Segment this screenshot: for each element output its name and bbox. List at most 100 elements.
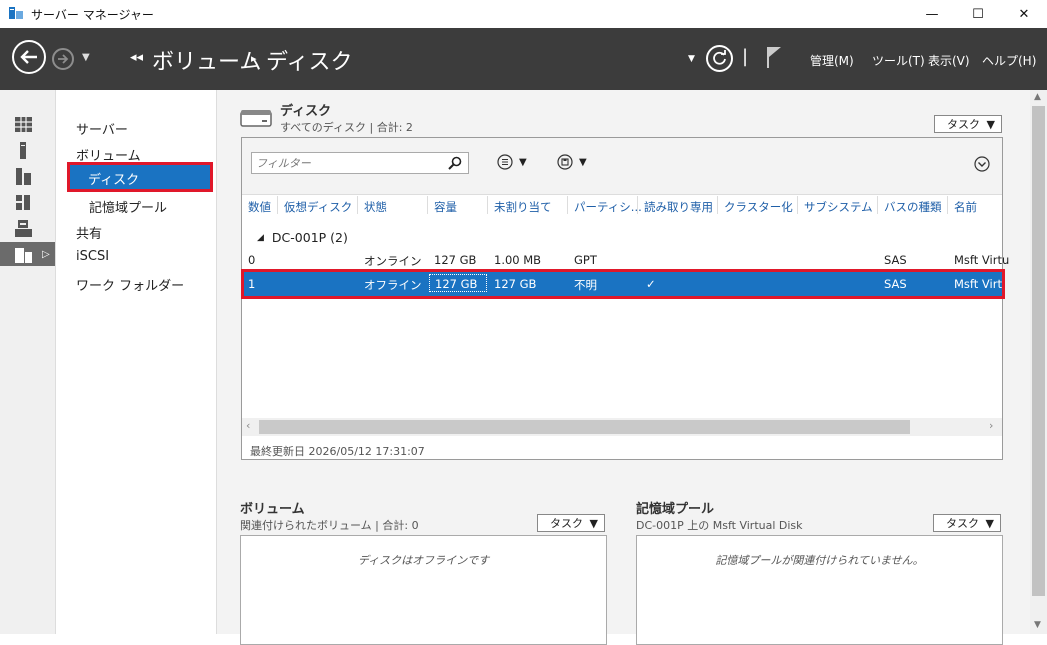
nav-item-volumes[interactable]: ボリューム [76,145,141,164]
nav-item-servers[interactable]: サーバー [76,119,128,138]
filter-bar: ▼ ▼ [242,138,1002,195]
col-header-partition[interactable]: パーティシ... [574,199,642,215]
scroll-right-icon[interactable]: › [989,419,993,432]
nav-item-storage-pools[interactable]: 記憶域プール [89,197,167,216]
nav-item-work-folders[interactable]: ワーク フォルダー [76,275,184,294]
collapse-triangle-icon: ◢ [257,232,264,243]
header-divider: | [742,46,749,67]
scroll-left-icon[interactable]: ‹ [246,419,250,432]
volumes-empty-message: ディスクはオフラインです [357,554,490,567]
group-header[interactable]: ◢ DC-001P (2) [257,230,348,245]
cell-bus-type: SAS [884,253,907,267]
cell-partition: GPT [574,253,597,267]
file-storage-services-icon[interactable]: ▷ [0,242,55,266]
local-server-icon[interactable] [0,138,55,162]
notifications-flag-icon[interactable] [765,45,785,69]
volumes-panel: ディスクはオフラインです [240,535,607,645]
last-updated-text: 最終更新日 2026/05/12 17:31:07 [250,445,425,458]
maximize-button[interactable]: ☐ [955,0,1001,28]
server-manager-app-icon [9,7,23,19]
volumes-task-label: タスク [550,517,583,530]
volumes-section-title: ボリューム [240,502,305,517]
cell-capacity: 127 GB [434,253,477,267]
breadcrumb-volumes[interactable]: ボリューム [152,44,261,76]
disks-task-label: タスク [947,118,980,131]
refresh-icon [713,50,726,65]
all-servers-icon[interactable] [0,164,55,188]
cell-status: オンライン [364,254,422,268]
cell-readonly-checkmark: ✓ [646,277,656,291]
close-button[interactable]: ✕ [1001,0,1047,28]
col-header-status[interactable]: 状態 [364,199,387,215]
disks-section-title: ディスク [280,104,332,119]
vertical-scrollbar[interactable]: ▲ ▼ [1030,90,1047,634]
col-header-name[interactable]: 名前 [954,199,977,215]
cell-partition: 不明 [574,278,597,292]
col-header-capacity[interactable]: 容量 [434,199,457,215]
disks-panel: ▼ ▼ 数値 仮想ディスク 状態 容量 未割り当て パーティシ... 読み取り専… [241,137,1009,460]
storage-pool-task-button[interactable]: タスク ▼ [933,514,1001,532]
volumes-task-button[interactable]: タスク ▼ [537,514,605,532]
volumes-section-subtitle: 関連付けられたボリューム | 合計: 0 [240,519,419,532]
storage-pool-task-label: タスク [946,517,979,530]
filter-box [251,152,469,174]
nav-item-shares[interactable]: 共有 [76,223,102,242]
server-role-icon[interactable] [0,216,55,240]
cell-unallocated: 127 GB [494,277,537,291]
forward-button[interactable] [52,48,74,70]
breadcrumb-back-icon[interactable]: ◂◂ [130,50,143,65]
scroll-up-icon[interactable]: ▲ [1034,92,1041,102]
col-header-clustered[interactable]: クラスター化 [724,199,793,215]
storage-pool-section-subtitle: DC-001P 上の Msft Virtual Disk [636,519,803,532]
col-header-readonly[interactable]: 読み取り専用 [644,199,713,215]
col-header-subsystem[interactable]: サブシステム [804,199,873,215]
disks-task-button[interactable]: タスク ▼ [934,115,1002,133]
view-options-button[interactable]: ▼ [497,154,527,170]
cell-status: オフライン [364,278,422,292]
chevron-down-icon: ▼ [986,117,995,131]
disks-section-subtitle: すべてのディスク | 合計: 2 [280,121,413,134]
col-header-unallocated[interactable]: 未割り当て [494,199,552,215]
filter-input[interactable] [252,153,438,173]
collapse-expand-icon[interactable] [974,156,990,172]
roles-icon[interactable] [0,190,55,214]
history-dropdown-icon[interactable]: ▼ [82,52,90,63]
col-header-virtual-disk[interactable]: 仮想ディスク [284,199,352,215]
search-icon[interactable] [448,156,462,170]
vertical-scroll-thumb[interactable] [1032,106,1045,596]
header-dropdown-icon[interactable]: ▼ [688,54,695,64]
arrow-right-icon [58,54,69,64]
chevron-down-icon: ▼ [589,516,598,530]
disk-drive-icon [240,110,272,127]
arrow-left-icon [20,50,37,64]
nav-item-iscsi[interactable]: iSCSI [76,249,109,264]
chevron-down-icon: ▼ [579,156,587,168]
horizontal-scroll-thumb[interactable] [259,420,910,434]
save-query-button[interactable]: ▼ [557,154,587,170]
save-query-icon [557,154,573,170]
minimize-button[interactable]: — [909,0,955,28]
storage-pool-panel: 記憶域プールが関連付けられていません。 [636,535,1003,645]
dashboard-icon[interactable] [0,112,55,136]
menu-view[interactable]: 表示(V) [928,52,970,69]
horizontal-scrollbar[interactable]: ‹ › [242,418,1002,436]
breadcrumb-separator-icon: ▸ [251,52,257,65]
chevron-down-icon: ▼ [519,156,527,168]
breadcrumb-disks: ディスク [266,50,353,75]
refresh-button[interactable] [706,45,733,72]
cell-bus-type: SAS [884,277,907,291]
menu-manage[interactable]: 管理(M) [810,52,854,69]
col-header-number[interactable]: 数値 [248,199,271,215]
col-header-bus-type[interactable]: バスの種類 [884,199,942,215]
cell-number: 0 [248,253,256,267]
scroll-down-icon[interactable]: ▼ [1034,620,1041,630]
nav-item-disks[interactable]: ディスク [67,162,213,192]
back-button[interactable] [12,40,46,74]
table-row[interactable]: 0 オンライン 127 GB 1.00 MB GPT SAS Msft Virt… [244,248,1009,272]
cell-number: 1 [248,277,256,291]
menu-help[interactable]: ヘルプ(H) [982,52,1036,69]
table-row-selected[interactable]: 1 オフライン 127 GB 127 GB 不明 ✓ SAS Msft Virt [241,269,1005,299]
menu-tools[interactable]: ツール(T) [872,52,925,69]
storage-pool-section-title: 記憶域プール [636,502,715,517]
window-title: サーバー マネージャー [31,8,154,22]
